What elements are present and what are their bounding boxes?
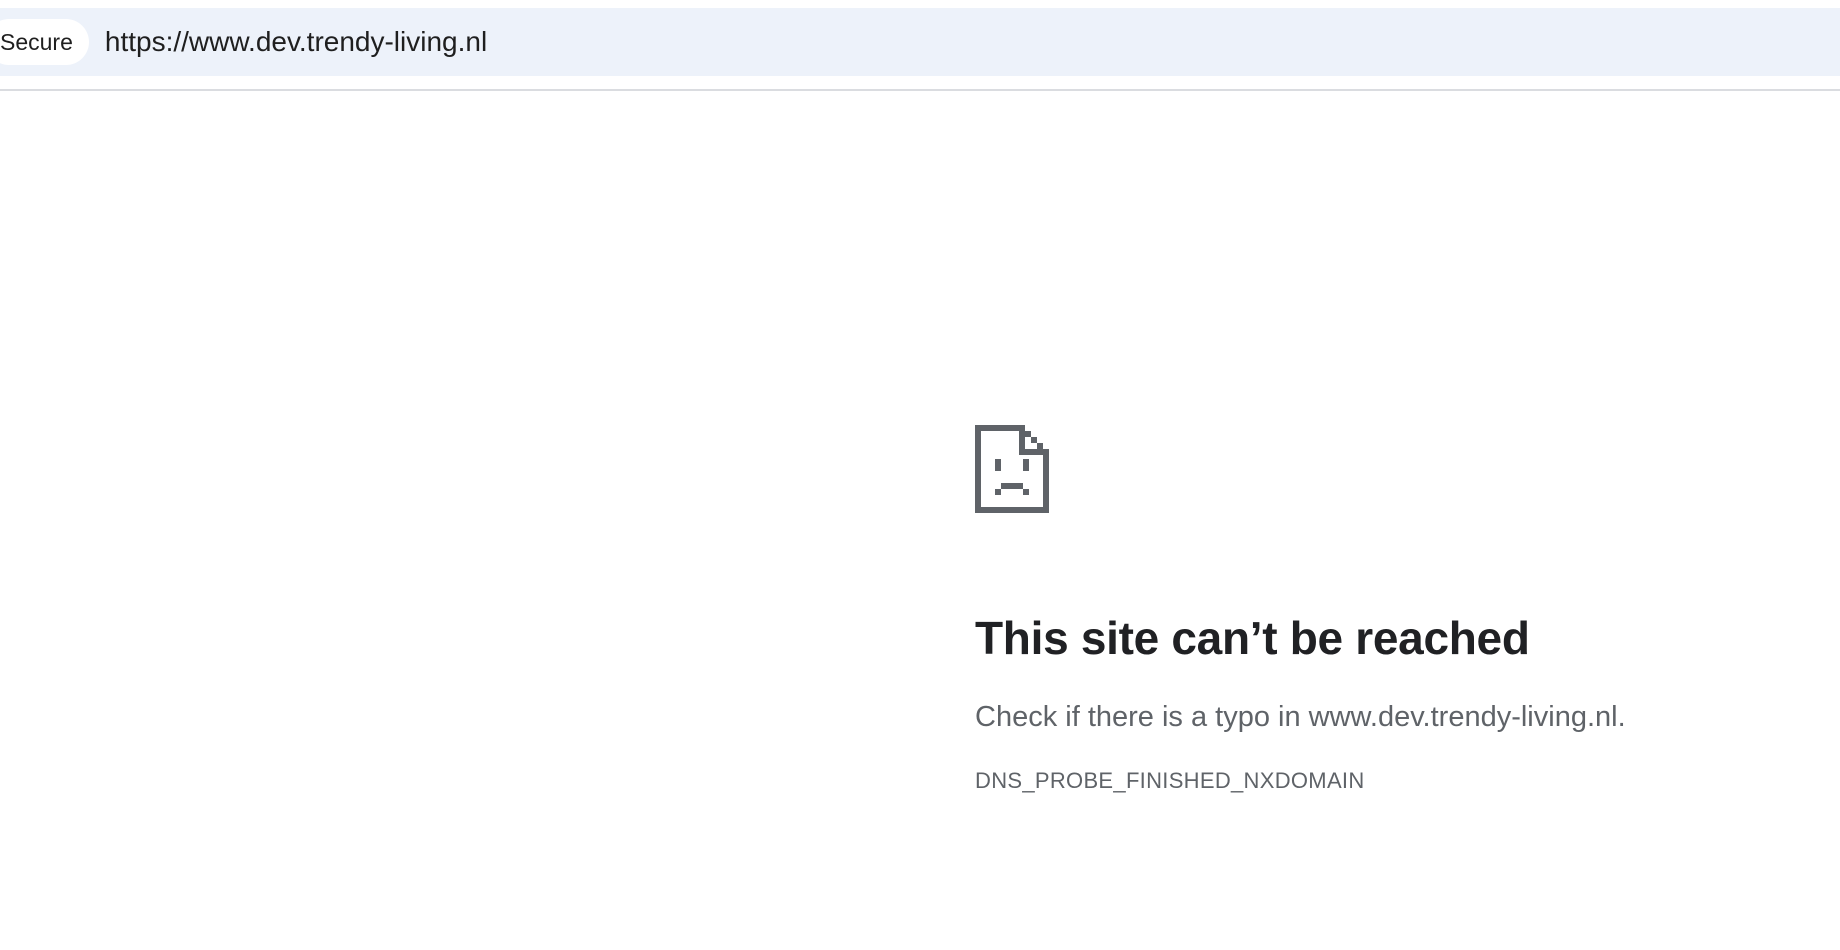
url-input[interactable] bbox=[104, 26, 1605, 58]
error-title: This site can’t be reached bbox=[975, 612, 1530, 664]
address-bar[interactable]: Secure bbox=[0, 8, 1840, 76]
error-description: Check if there is a typo in www.dev.tren… bbox=[975, 700, 1626, 733]
browser-toolbar: Secure bbox=[0, 0, 1840, 91]
security-chip-label: Secure bbox=[0, 28, 73, 55]
security-chip[interactable]: Secure bbox=[0, 19, 89, 65]
error-code: DNS_PROBE_FINISHED_NXDOMAIN bbox=[975, 768, 1365, 794]
browser-window: Secure https://www.dev.trendy-living.nl … bbox=[0, 0, 1840, 950]
error-content: This site can’t be reached Check if ther… bbox=[975, 425, 1775, 794]
sad-file-icon bbox=[975, 425, 1049, 513]
